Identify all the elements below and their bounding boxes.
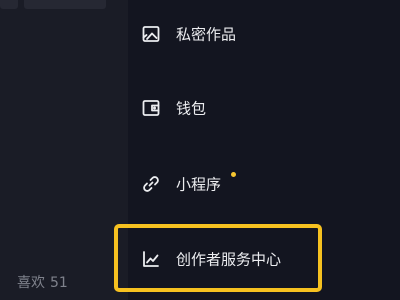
wallet-icon — [142, 100, 160, 116]
mini-program-link-icon — [143, 176, 159, 192]
menu-item-label: 创作者服务中心 — [176, 250, 282, 269]
menu-item-wallet[interactable]: 钱包 — [128, 85, 400, 131]
creator-chart-icon — [143, 251, 159, 267]
side-drawer-menu: 私密作品 钱包 小程序 创作者服务中心 — [128, 0, 400, 300]
profile-pane-dimmed[interactable]: 喜欢 51 — [0, 0, 128, 300]
menu-item-label: 私密作品 — [176, 25, 237, 44]
app-screen: 喜欢 51 私密作品 钱包 小程序 创作者服务中心 — [0, 0, 400, 300]
private-works-icon — [142, 26, 160, 42]
menu-item-label: 小程序 — [176, 175, 222, 194]
menu-item-private-works[interactable]: 私密作品 — [128, 11, 400, 57]
menu-item-mini-program[interactable]: 小程序 — [128, 161, 400, 207]
new-badge-dot — [231, 172, 236, 177]
menu-item-label: 钱包 — [176, 99, 207, 118]
top-tab-fragment — [24, 0, 106, 9]
top-tab-fragment — [0, 0, 18, 9]
likes-tab[interactable]: 喜欢 51 — [17, 272, 68, 292]
menu-item-creator-service-center[interactable]: 创作者服务中心 — [128, 236, 400, 282]
likes-label: 喜欢 — [17, 275, 45, 291]
likes-count: 51 — [50, 275, 68, 291]
